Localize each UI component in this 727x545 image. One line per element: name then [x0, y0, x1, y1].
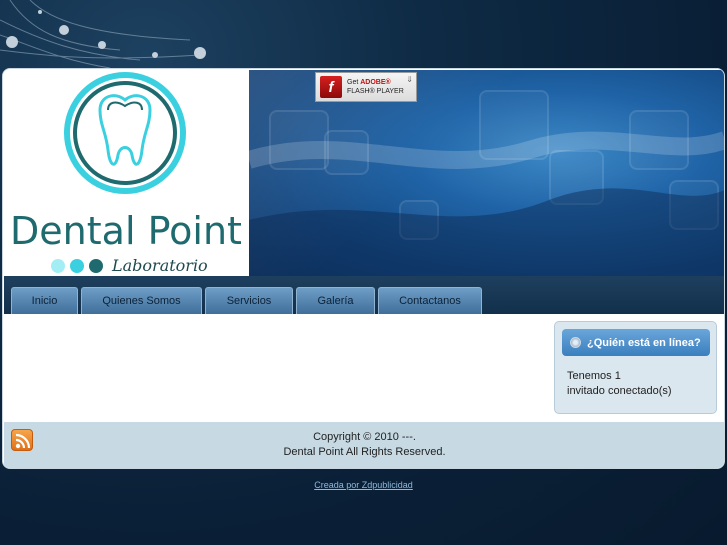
flash-player-icon: f: [320, 76, 342, 98]
online-guests-text: invitado conectado(s): [567, 385, 672, 397]
bullet-icon: [570, 337, 581, 348]
nav-tab-inicio[interactable]: Inicio: [11, 287, 78, 314]
nav-tab-galeria[interactable]: Galería: [296, 287, 375, 314]
brand-subtitle: Laboratorio: [111, 256, 208, 275]
get-flash-player-button[interactable]: f Get ADOBE® FLASH® PLAYER ⇓: [315, 72, 417, 102]
credit-link[interactable]: Creada por Zdpublicidad: [0, 480, 727, 490]
online-count-text: Tenemos 1: [567, 370, 621, 382]
brand-name: Dental Point: [10, 209, 242, 253]
rights-text: Dental Point All Rights Reserved.: [283, 446, 446, 458]
footer: Copyright © 2010 ---. Dental Point All R…: [4, 422, 724, 468]
copyright-text: Copyright © 2010 ---.: [313, 431, 416, 443]
dental-point-logo: Dental Point Laboratorio: [10, 72, 242, 275]
decorative-network-graphic: [0, 0, 206, 69]
main-navigation: Inicio Quienes Somos Servicios Galería C…: [4, 276, 724, 314]
download-arrow-icon: ⇓: [406, 75, 413, 84]
nav-tab-servicios[interactable]: Servicios: [205, 287, 293, 314]
main-container: Dental Point Laboratorio f Get ADOBE® FL…: [2, 68, 725, 469]
nav-tab-quienes-somos[interactable]: Quienes Somos: [81, 287, 202, 314]
logo[interactable]: Dental Point Laboratorio: [4, 70, 249, 276]
who-is-online-module: ¿Quién está en línea? Tenemos 1 invitado…: [554, 321, 717, 414]
module-header: ¿Quién está en línea?: [562, 329, 710, 356]
header-banner: f Get ADOBE® FLASH® PLAYER ⇓: [249, 70, 724, 276]
module-title: ¿Quién está en línea?: [587, 336, 701, 349]
nav-tab-contactanos[interactable]: Contactanos: [378, 287, 482, 314]
